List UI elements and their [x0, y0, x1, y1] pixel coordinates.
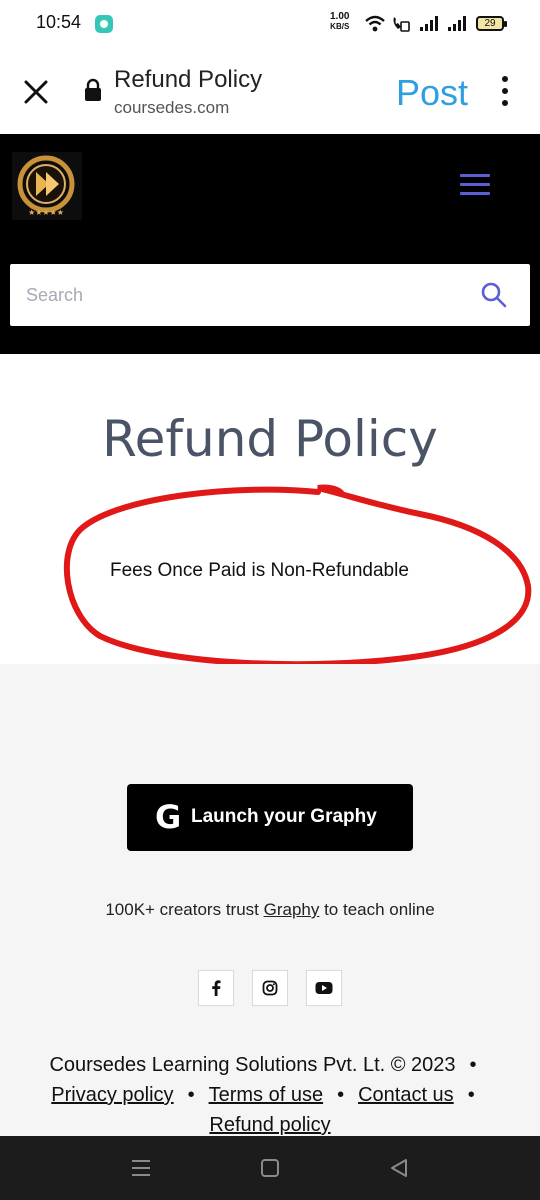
terms-of-use-link[interactable]: Terms of use: [209, 1084, 323, 1106]
trust-prefix: 100K+ creators trust: [105, 900, 264, 919]
launch-graphy-button[interactable]: G Launch your Graphy: [127, 784, 413, 851]
network-speed-value: 1.00: [330, 11, 350, 22]
page-title: Refund Policy: [102, 410, 438, 468]
signal-2-icon: [448, 16, 466, 31]
browser-page-domain: coursedes.com: [114, 98, 230, 117]
search-bar: [10, 264, 530, 326]
main-content: Refund Policy Fees Once Paid is Non-Refu…: [0, 354, 540, 664]
svg-text:★★★★★: ★★★★★: [28, 208, 64, 217]
browser-page-title: Refund Policy: [114, 66, 263, 93]
recent-apps-icon[interactable]: [126, 1154, 156, 1182]
close-icon[interactable]: [20, 76, 52, 108]
home-icon[interactable]: [255, 1154, 285, 1182]
more-options-icon[interactable]: [496, 76, 514, 106]
privacy-policy-link[interactable]: Privacy policy: [51, 1084, 173, 1106]
separator-dot: •: [187, 1084, 195, 1106]
separator-dot: •: [337, 1084, 345, 1106]
footer-links-row-2: Refund policy: [0, 1114, 540, 1137]
graphy-logo-icon: G: [155, 798, 182, 836]
search-icon[interactable]: [480, 281, 508, 309]
facebook-icon: [212, 980, 221, 996]
instagram-link[interactable]: [252, 970, 288, 1006]
launch-graphy-label: Launch your Graphy: [191, 806, 377, 827]
social-links: [198, 970, 344, 1006]
network-speed: 1.00 KB/S: [330, 12, 349, 32]
status-time: 10:54: [36, 12, 82, 32]
trust-statement: 100K+ creators trust Graphy to teach onl…: [0, 900, 540, 920]
trust-suffix: to teach online: [319, 900, 435, 919]
youtube-link[interactable]: [306, 970, 342, 1006]
site-header: ★★★★★: [0, 134, 540, 354]
facebook-link[interactable]: [198, 970, 234, 1006]
back-icon[interactable]: [384, 1154, 414, 1182]
signal-icons: [365, 15, 466, 32]
network-speed-unit: KB/S: [330, 22, 350, 31]
status-bar: 10:54 1.00 KB/S 29: [0, 0, 540, 48]
browser-toolbar: Refund Policy coursedes.com Post: [0, 48, 540, 134]
youtube-icon: [315, 982, 333, 994]
system-navigation-bar: [0, 1136, 540, 1200]
lock-icon: [85, 78, 101, 101]
site-logo[interactable]: ★★★★★: [12, 152, 82, 220]
post-button[interactable]: Post: [396, 72, 468, 114]
battery-icon: 29: [476, 16, 507, 31]
wifi-icon: [365, 15, 385, 32]
site-footer: G Launch your Graphy 100K+ creators trus…: [0, 664, 540, 1136]
refund-policy-text: Fees Once Paid is Non-Refundable: [110, 560, 409, 581]
search-input[interactable]: [26, 278, 446, 312]
refund-policy-link[interactable]: Refund policy: [209, 1114, 330, 1136]
footer-links-row: Privacy policy • Terms of use • Contact us •: [0, 1084, 540, 1107]
footer-copyright-row: Coursedes Learning Solutions Pvt. Lt. © …: [0, 1054, 540, 1077]
graphy-link[interactable]: Graphy: [264, 900, 320, 919]
separator-dot: •: [467, 1084, 475, 1106]
volte-call-icon: [393, 17, 410, 32]
copyright-text: Coursedes Learning Solutions Pvt. Lt. © …: [49, 1054, 456, 1076]
instagram-icon: [262, 980, 278, 996]
menu-icon[interactable]: [460, 174, 490, 196]
notification-app-icon: [95, 15, 113, 33]
contact-us-link[interactable]: Contact us: [358, 1084, 454, 1106]
separator-dot: •: [469, 1054, 477, 1076]
signal-1-icon: [420, 16, 438, 31]
